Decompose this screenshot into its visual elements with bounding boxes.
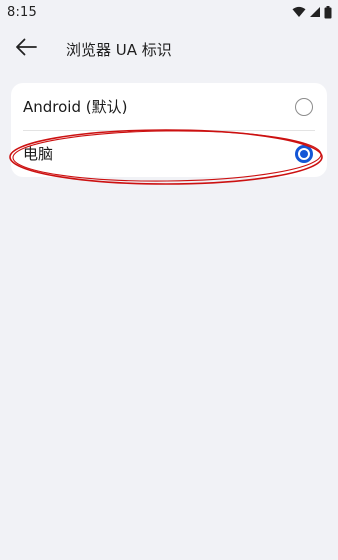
arrow-left-icon [15,38,37,60]
radio-unchecked-icon[interactable] [295,97,313,116]
option-label: 电脑 [23,145,54,163]
status-icons [292,5,332,19]
option-android[interactable]: Android (默认) [11,83,327,130]
radio-checked-icon[interactable] [295,144,313,163]
app-bar: 浏览器 UA 标识 [0,24,338,74]
battery-icon [324,5,332,19]
option-desktop[interactable]: 电脑 [11,130,327,177]
status-time: 8:15 [7,4,37,20]
ua-options-card: Android (默认) 电脑 [11,83,327,177]
option-label: Android (默认) [23,98,128,116]
back-button[interactable] [0,24,52,74]
page-title: 浏览器 UA 标识 [66,40,172,59]
signal-icon [309,6,321,18]
wifi-icon [292,6,306,18]
status-bar: 8:15 [0,0,338,24]
